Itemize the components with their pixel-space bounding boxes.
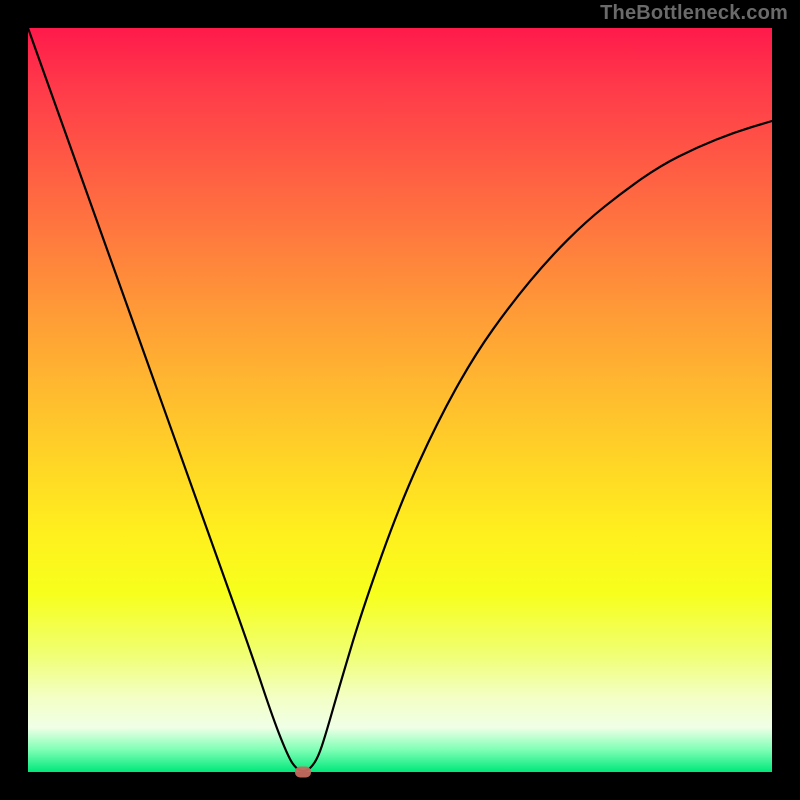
optimal-point-marker <box>295 767 311 778</box>
bottleneck-curve <box>28 28 772 772</box>
watermark-text: TheBottleneck.com <box>600 2 788 25</box>
chart-frame: TheBottleneck.com <box>0 0 800 800</box>
plot-area <box>28 28 772 772</box>
